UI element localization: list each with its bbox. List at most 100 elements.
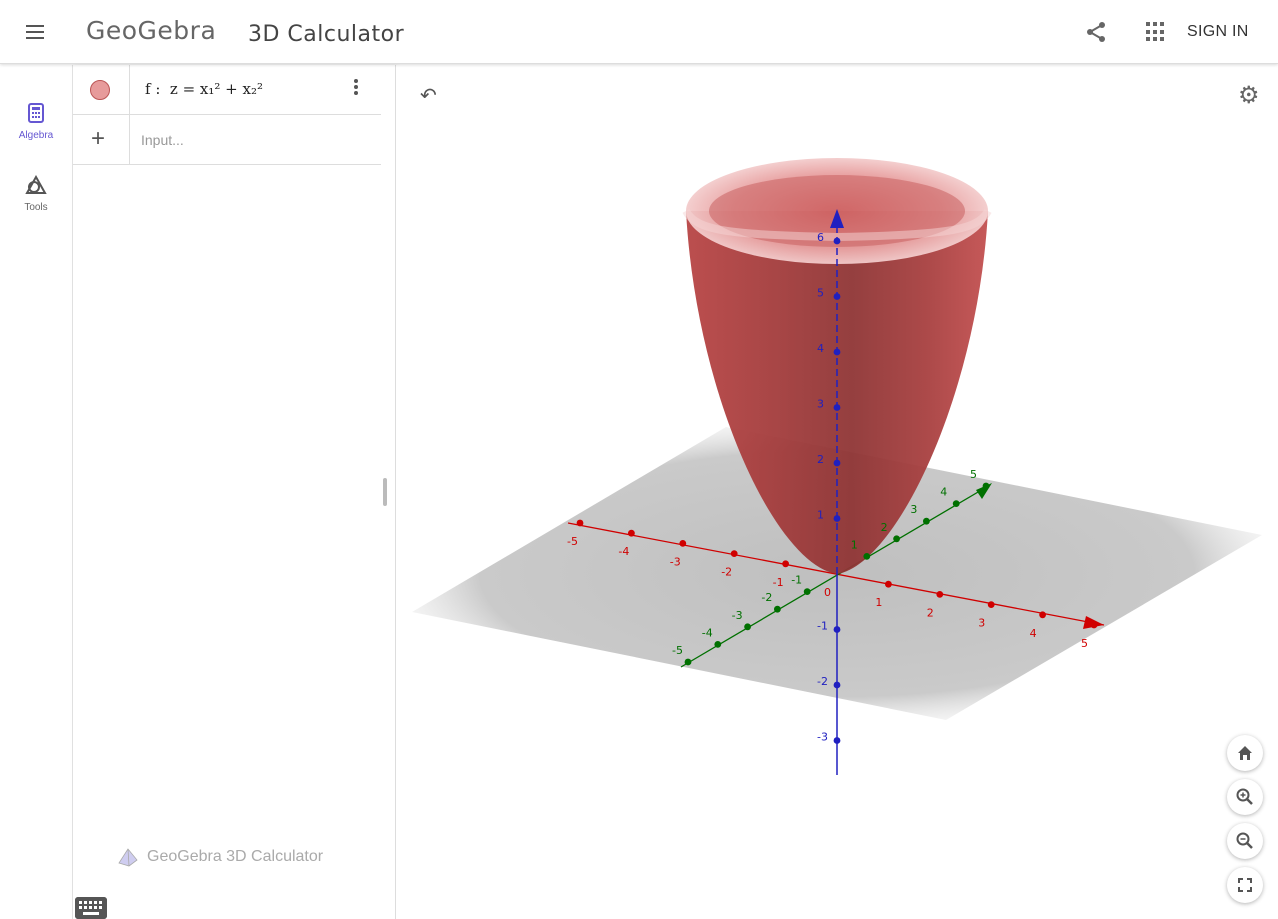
zoom-out-icon (1236, 832, 1253, 849)
z-axis-tick-label: 5 (817, 287, 824, 300)
more-options-icon[interactable] (354, 79, 358, 97)
x-axis-tick-dot (730, 550, 738, 557)
visibility-toggle[interactable] (73, 65, 130, 114)
x-axis-tick-label: -2 (721, 566, 732, 579)
x-axis-tick-dot (885, 580, 892, 588)
3d-scene[interactable]: -5-4-3-2-1012345 -5-4-3-2-112345 -3-2-11… (396, 65, 1278, 919)
menu-icon[interactable] (24, 22, 48, 42)
z-axis-tick-label: 2 (817, 453, 824, 466)
z-axis-tick-label: -1 (817, 620, 828, 633)
z-axis-tick-dot (833, 626, 841, 633)
graphics-3d-view[interactable]: ↶ ⚙ -5 -4 -3 -2 -1 0 1 2 3 4 5 -5 -4 -3 … (396, 65, 1278, 919)
z-axis-tick-dot (833, 348, 841, 356)
y-axis-tick-dot (684, 658, 692, 666)
y-axis-tick-label: 1 (851, 538, 858, 551)
add-cell[interactable]: + (73, 115, 130, 164)
home-icon (1238, 746, 1252, 760)
x-axis-tick-label: 5 (1081, 637, 1088, 650)
x-axis-tick-label: 3 (978, 617, 985, 630)
rail-algebra-label: Algebra (18, 130, 54, 141)
y-axis-tick-label: -2 (761, 591, 772, 604)
pyramid-icon (118, 848, 138, 867)
algebra-input-row[interactable]: + Input... (73, 115, 381, 165)
footer-brand-label: GeoGebra 3D Calculator (147, 848, 324, 866)
x-axis-tick-label: -1 (773, 576, 784, 589)
y-axis-tick-label: -5 (672, 644, 683, 657)
y-axis-tick-dot (744, 623, 751, 631)
top-bar: GeoGebra 3D Calculator SIGN IN (0, 0, 1278, 64)
x-axis-tick-label: -4 (618, 545, 629, 558)
x-axis-tick-label: 2 (927, 606, 934, 619)
fullscreen-button[interactable] (1227, 867, 1263, 903)
y-axis-tick-label: -3 (732, 609, 743, 622)
x-axis-tick-label: 0 (824, 586, 831, 599)
z-axis-tick-dot (833, 681, 841, 689)
x-axis-tick-dot (782, 560, 789, 568)
marble-icon[interactable] (90, 80, 110, 100)
x-axis-tick-label: 1 (875, 596, 882, 609)
x-axis-tick-label: 4 (1030, 627, 1037, 640)
algebra-input[interactable]: Input... (141, 132, 184, 148)
rail-tools[interactable]: Tools (0, 174, 72, 213)
panel-resize-handle[interactable] (383, 478, 387, 506)
y-axis-tick-dot (774, 605, 781, 613)
x-axis-tick-dot (987, 601, 995, 608)
x-axis-tick-dot (1039, 611, 1046, 619)
function-definition[interactable]: f : z = x₁² + x₂² (145, 80, 263, 98)
zoom-in-icon (1236, 788, 1253, 805)
x-axis-tick-dot (1090, 621, 1098, 629)
z-axis-tick-label: 4 (817, 342, 824, 355)
z-axis-tick-label: -3 (817, 731, 828, 744)
z-axis-tick-label: 6 (817, 231, 824, 244)
z-axis-tick-label: -2 (817, 675, 828, 688)
calculator-icon (28, 103, 44, 123)
y-axis-tick-label: -4 (702, 626, 713, 639)
zoom-out-button[interactable] (1227, 823, 1263, 859)
rail-tools-label: Tools (24, 202, 48, 213)
y-axis-tick-dot (863, 553, 871, 560)
y-axis-tick-label: 3 (910, 503, 917, 516)
y-axis-tick-dot (803, 588, 811, 595)
z-axis-tick-dot (833, 737, 841, 744)
y-axis-tick-dot (982, 482, 990, 490)
y-axis-tick-label: 2 (881, 521, 888, 534)
geogebra-logo[interactable]: GeoGebra (86, 16, 216, 45)
x-axis-tick-dot (628, 529, 635, 537)
y-axis-tick-label: -1 (791, 574, 802, 587)
y-axis-tick-dot (952, 500, 960, 507)
x-axis-tick-dot (679, 540, 687, 547)
y-axis-tick-label: 4 (940, 486, 947, 499)
share-icon[interactable] (1084, 20, 1108, 44)
z-axis-tick-dot (833, 293, 841, 300)
fullscreen-icon (1238, 878, 1252, 892)
z-axis-tick-dot (833, 237, 841, 245)
z-axis-tick-dot (833, 515, 841, 522)
function-expression: z = x₁² + x₂² (169, 80, 264, 98)
apps-grid-icon[interactable] (1146, 22, 1166, 42)
algebra-row-f[interactable]: f : z = x₁² + x₂² (73, 65, 381, 115)
sign-in-button[interactable]: SIGN IN (1187, 23, 1249, 41)
algebra-panel: f : z = x₁² + x₂² + Input... GeoGebra 3D… (72, 65, 396, 919)
z-axis-tick-label: 1 (817, 509, 824, 522)
y-axis-tick-label: 5 (970, 468, 977, 481)
keyboard-icon[interactable] (75, 897, 107, 919)
z-axis-tick-dot (833, 404, 841, 411)
x-axis-tick-label: -3 (670, 555, 681, 568)
y-axis-tick-dot (893, 535, 900, 543)
z-axis-tick-label: 3 (817, 398, 824, 411)
x-axis-tick-dot (576, 519, 584, 527)
z-axis-tick-dot (833, 459, 841, 467)
y-axis-tick-dot (923, 517, 930, 525)
shapes-icon (25, 174, 47, 194)
footer-brand: GeoGebra 3D Calculator (117, 847, 323, 867)
zoom-in-button[interactable] (1227, 779, 1263, 815)
plus-icon[interactable]: + (91, 125, 105, 153)
x-axis-tick-label: -5 (567, 535, 578, 548)
app-title: 3D Calculator (248, 22, 405, 47)
rail-algebra[interactable]: Algebra (0, 103, 72, 141)
x-axis-tick-dot (936, 591, 944, 598)
side-rail: Algebra Tools (0, 65, 72, 919)
home-button[interactable] (1227, 735, 1263, 771)
function-colon: : (150, 80, 170, 98)
y-axis-tick-dot (714, 641, 722, 648)
